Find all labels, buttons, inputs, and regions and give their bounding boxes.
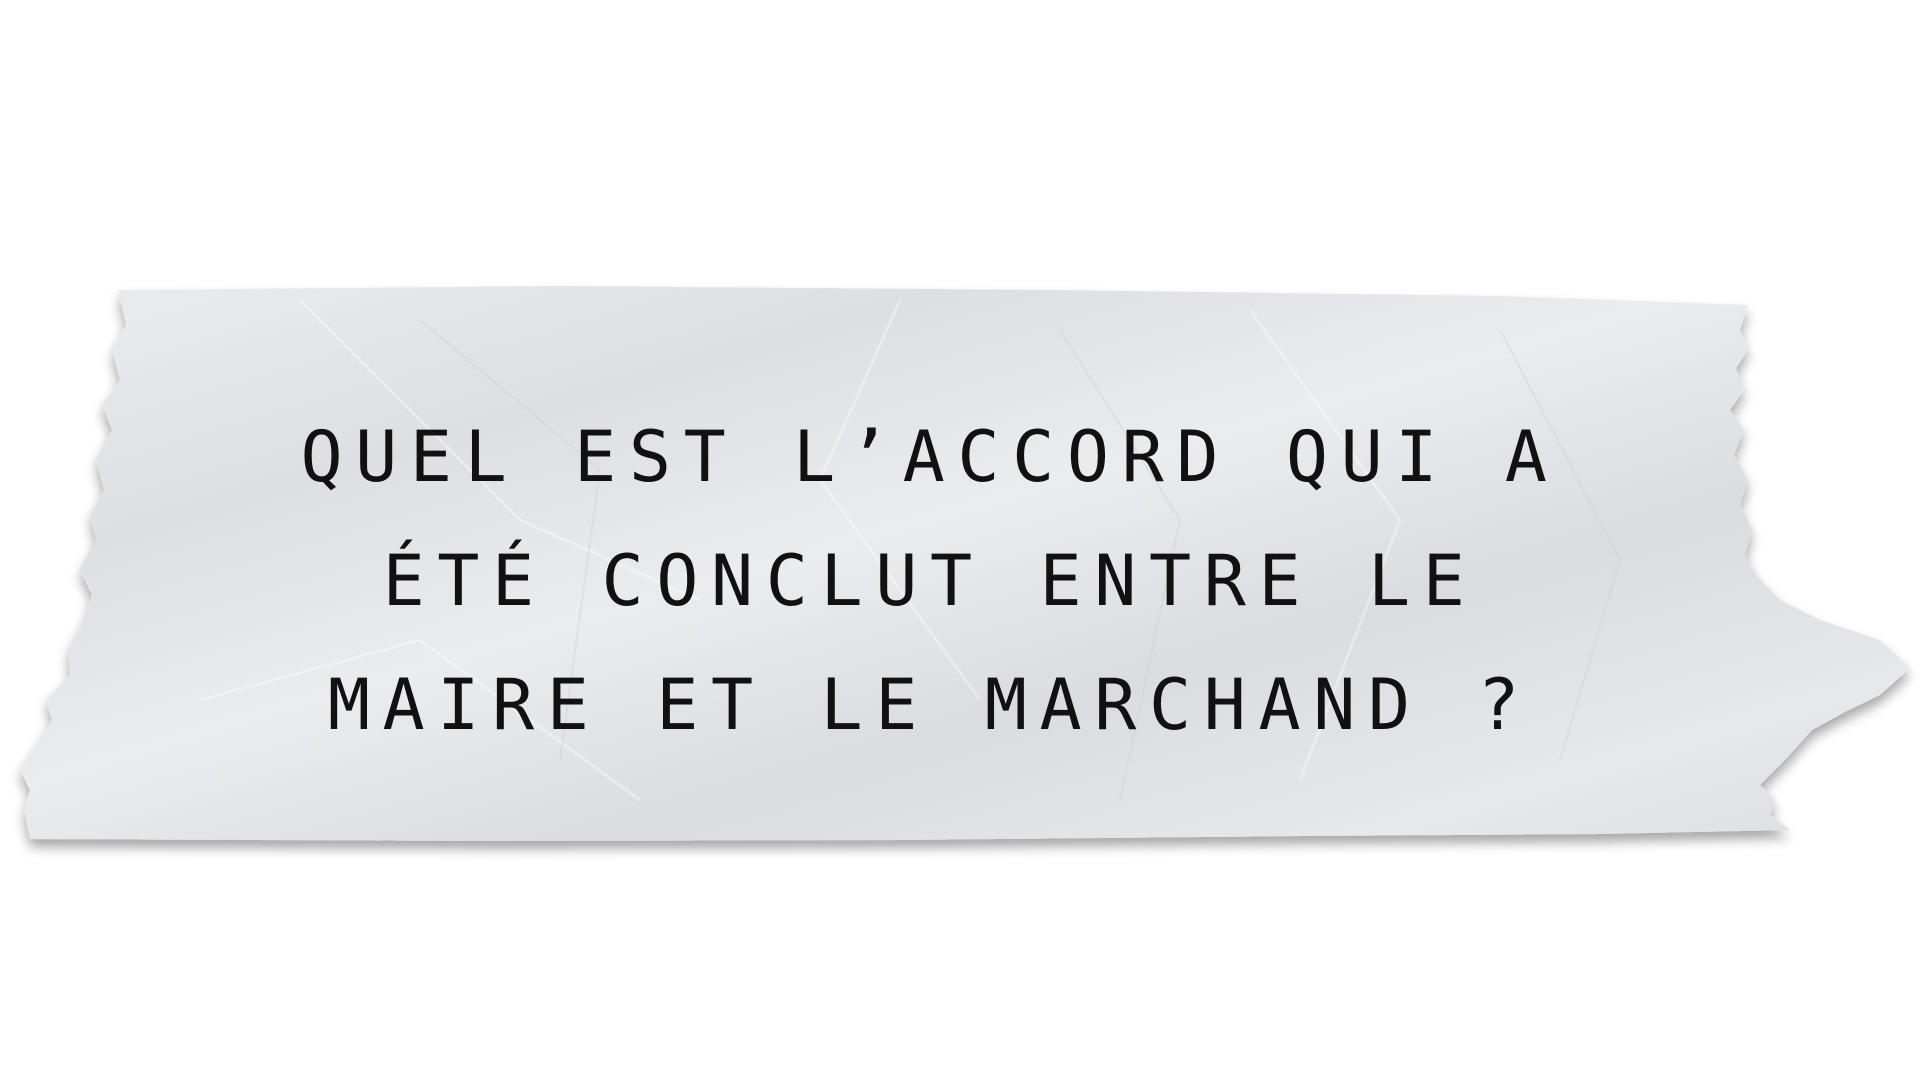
canvas: QUEL EST L’ACCORD QUI A ÉTÉ CONCLUT ENTR… — [0, 0, 1920, 1080]
handwritten-question: QUEL EST L’ACCORD QUI A ÉTÉ CONCLUT ENTR… — [250, 395, 1610, 767]
note-line-2: ÉTÉ CONCLUT ENTRE LE — [382, 540, 1478, 622]
note-line-3: MAIRE ET LE MARCHAND ? — [327, 664, 1533, 746]
note-line-1: QUEL EST L’ACCORD QUI A — [300, 416, 1560, 498]
